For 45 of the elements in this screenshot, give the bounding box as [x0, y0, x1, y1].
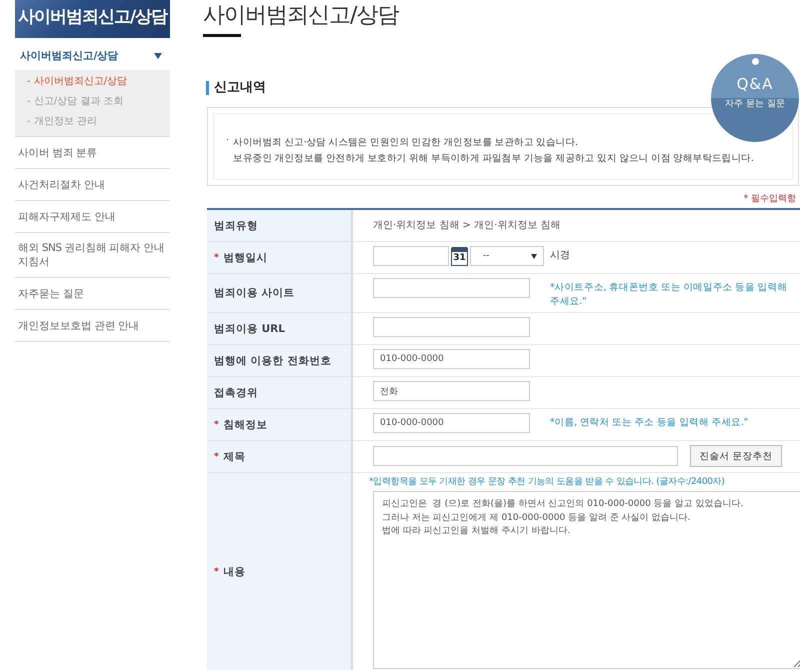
- field-label: 범죄이용 URL: [214, 322, 285, 336]
- qa-badge[interactable]: Q&A 자주 묻는 질문: [711, 54, 799, 142]
- required-note: * 필수입력항: [744, 193, 796, 206]
- field-label: 범죄이용 사이트: [214, 286, 295, 300]
- sidebar-menu-item[interactable]: 피해자구제제도 안내: [15, 201, 170, 233]
- required-mark: *: [214, 420, 219, 430]
- page-title: 사이버범죄신고/상담: [203, 2, 400, 30]
- input-field[interactable]: [373, 446, 678, 466]
- required-mark: *: [214, 567, 219, 577]
- submenu-item[interactable]: - 사이버범죄신고/상담: [15, 72, 170, 92]
- input-field[interactable]: 010-000-0000: [373, 413, 530, 433]
- bullet-mark: ·: [226, 135, 230, 146]
- field-label: 침해정보: [224, 418, 268, 432]
- input-field[interactable]: [373, 246, 449, 266]
- input-field[interactable]: 전화: [373, 381, 530, 401]
- field-label: 제목: [224, 450, 246, 464]
- field-label: 접촉경위: [214, 386, 258, 400]
- sidebar-menu-item[interactable]: 해외 SNS 권리침해 피해자 안내 지침서: [15, 233, 170, 278]
- content-textarea[interactable]: 피신고인은 경 (으)로 전화(을)를 하면서 신고인의 010-000-0000 등을 알고 있었습니다. 그러나 저는 피신고인에게 제 010-000-0000 등을 알려 준 사실이 없습니다. 법에 따라 피신고인을 처벌해 주시기 바랍니다.: [373, 491, 800, 669]
- input-field[interactable]: [373, 317, 530, 337]
- input-field[interactable]: 010-000-0000: [373, 349, 530, 369]
- sidebar-menu-item[interactable]: 개인정보보호법 관련 안내: [15, 310, 170, 342]
- field-label: 범행일시: [224, 250, 268, 264]
- time-suffix: 시경: [550, 250, 570, 261]
- section-title: 신고내역: [206, 81, 266, 95]
- field-label: 범죄유형: [214, 218, 258, 232]
- time-select[interactable]: --: [470, 246, 544, 266]
- sidebar-menu-item[interactable]: 사건처리절차 안내: [15, 169, 170, 201]
- required-mark: *: [214, 452, 219, 462]
- field-label: 범행에 이용한 전화번호: [214, 354, 332, 368]
- field-hint: *입력항목을 모두 기재한 경우 문장 추천 기능의 도움을 받을 수 있습니다. (글자수:/2400자): [369, 476, 726, 489]
- field-value: 개인·위치정보 침해 > 개인·위치정보 침해: [373, 219, 560, 233]
- sidebar-menu-item[interactable]: 자주묻는 질문: [15, 278, 170, 310]
- calendar-icon[interactable]: 31: [451, 246, 468, 266]
- field-hint: *사이트주소, 휴대폰번호 또는 이메일주소 등을 입력해 주세요.": [550, 281, 788, 309]
- sidebar-banner: 사이버범죄신고/상담: [15, 0, 170, 38]
- caret-icon: [154, 52, 162, 58]
- sidebar-menu-item[interactable]: 사이버범죄신고/상담: [15, 38, 170, 70]
- sidebar-menu-item[interactable]: 사이버 범죄 분류: [15, 137, 170, 169]
- required-mark: *: [214, 252, 219, 262]
- recommend-button[interactable]: 진술서 문장추천: [690, 445, 782, 467]
- input-field[interactable]: [373, 278, 530, 298]
- field-label: 내용: [224, 565, 246, 579]
- title-underline: [203, 34, 241, 37]
- field-hint: *이름, 연락처 또는 주소 등을 입력해 주세요.": [550, 416, 748, 430]
